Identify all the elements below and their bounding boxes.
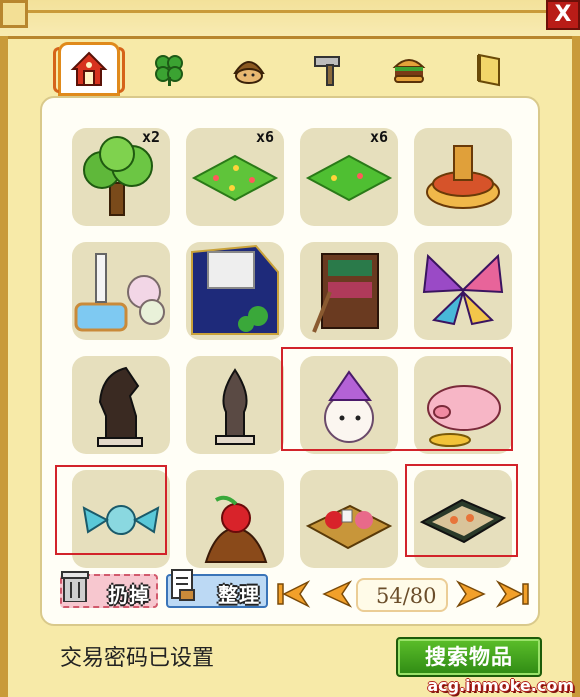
window-title-bar [0, 0, 580, 39]
inventory-slot[interactable] [186, 470, 284, 568]
sushi-plate-icon [419, 498, 507, 544]
corner-ornament-icon [0, 0, 28, 28]
item-quantity: x6 [369, 128, 388, 146]
hotpot-icon [426, 145, 500, 209]
tab-character[interactable] [218, 42, 280, 96]
tab-plants[interactable] [138, 42, 200, 96]
tab-books[interactable] [458, 42, 520, 96]
category-tabs [50, 42, 540, 98]
first-page-icon[interactable] [274, 580, 312, 608]
watermark-text: acg.inmoke.com [427, 676, 574, 695]
candy-icon [82, 505, 160, 535]
search-items-button[interactable]: 搜索物品 [396, 637, 542, 677]
inventory-slot[interactable] [72, 470, 170, 568]
bunny-hat-icon [324, 370, 374, 443]
inventory-slot[interactable]: x6 [300, 128, 398, 226]
inventory-slot[interactable] [186, 242, 284, 340]
chestnut-icon [233, 61, 265, 84]
close-button[interactable]: X [546, 0, 580, 30]
inventory-window: X x2 x6 x6 扔掉 整理 54/80 交易密码已设置 搜索物品 acg.… [0, 0, 580, 697]
hammer-icon [314, 56, 340, 86]
frame-right-edge [572, 36, 580, 697]
inventory-slot[interactable] [414, 470, 512, 568]
scroll-icon [477, 53, 500, 87]
item-quantity: x2 [141, 128, 160, 146]
tab-food[interactable] [378, 42, 440, 96]
inventory-slot[interactable] [300, 242, 398, 340]
discard-button[interactable]: 扔掉 [60, 571, 158, 608]
inventory-slot[interactable]: x2 [72, 128, 170, 226]
inventory-slot[interactable] [414, 242, 512, 340]
bookshelf-icon [312, 253, 379, 333]
butterfly-icon [422, 253, 504, 326]
last-page-icon[interactable] [494, 580, 532, 608]
page-number-text: 54/80 [376, 584, 437, 608]
food-tray-icon [305, 504, 393, 550]
inventory-slot[interactable] [72, 242, 170, 340]
trash-can-icon [61, 571, 89, 602]
house-icon [70, 51, 108, 86]
previous-page-icon[interactable] [318, 580, 356, 608]
burger-icon [392, 59, 426, 83]
pig-icon [427, 385, 501, 447]
tab-tools[interactable] [298, 42, 360, 96]
inventory-slot[interactable] [186, 356, 284, 454]
inventory-slot[interactable]: x6 [186, 128, 284, 226]
sort-label: 整理 [218, 583, 260, 607]
sort-button[interactable]: 整理 [166, 569, 268, 608]
inventory-slot[interactable] [414, 128, 512, 226]
tab-furniture[interactable] [53, 42, 125, 96]
notebook-icon [171, 569, 195, 601]
inventory-slot[interactable] [300, 356, 398, 454]
trade-password-status: 交易密码已设置 [60, 646, 215, 671]
item-quantity: x6 [255, 128, 274, 146]
inventory-slot[interactable] [72, 356, 170, 454]
inventory-slot[interactable] [414, 356, 512, 454]
clover-icon [155, 55, 183, 86]
next-page-icon[interactable] [452, 580, 490, 608]
fountain-icon [74, 253, 165, 332]
chess-knight-icon [97, 366, 143, 447]
chess-bishop-icon [215, 368, 255, 445]
cherry-cake-icon [204, 495, 268, 563]
inventory-slot[interactable] [300, 470, 398, 568]
discard-label: 扔掉 [108, 583, 150, 607]
frame-left-edge [0, 36, 8, 697]
window-stage-icon [191, 244, 279, 335]
